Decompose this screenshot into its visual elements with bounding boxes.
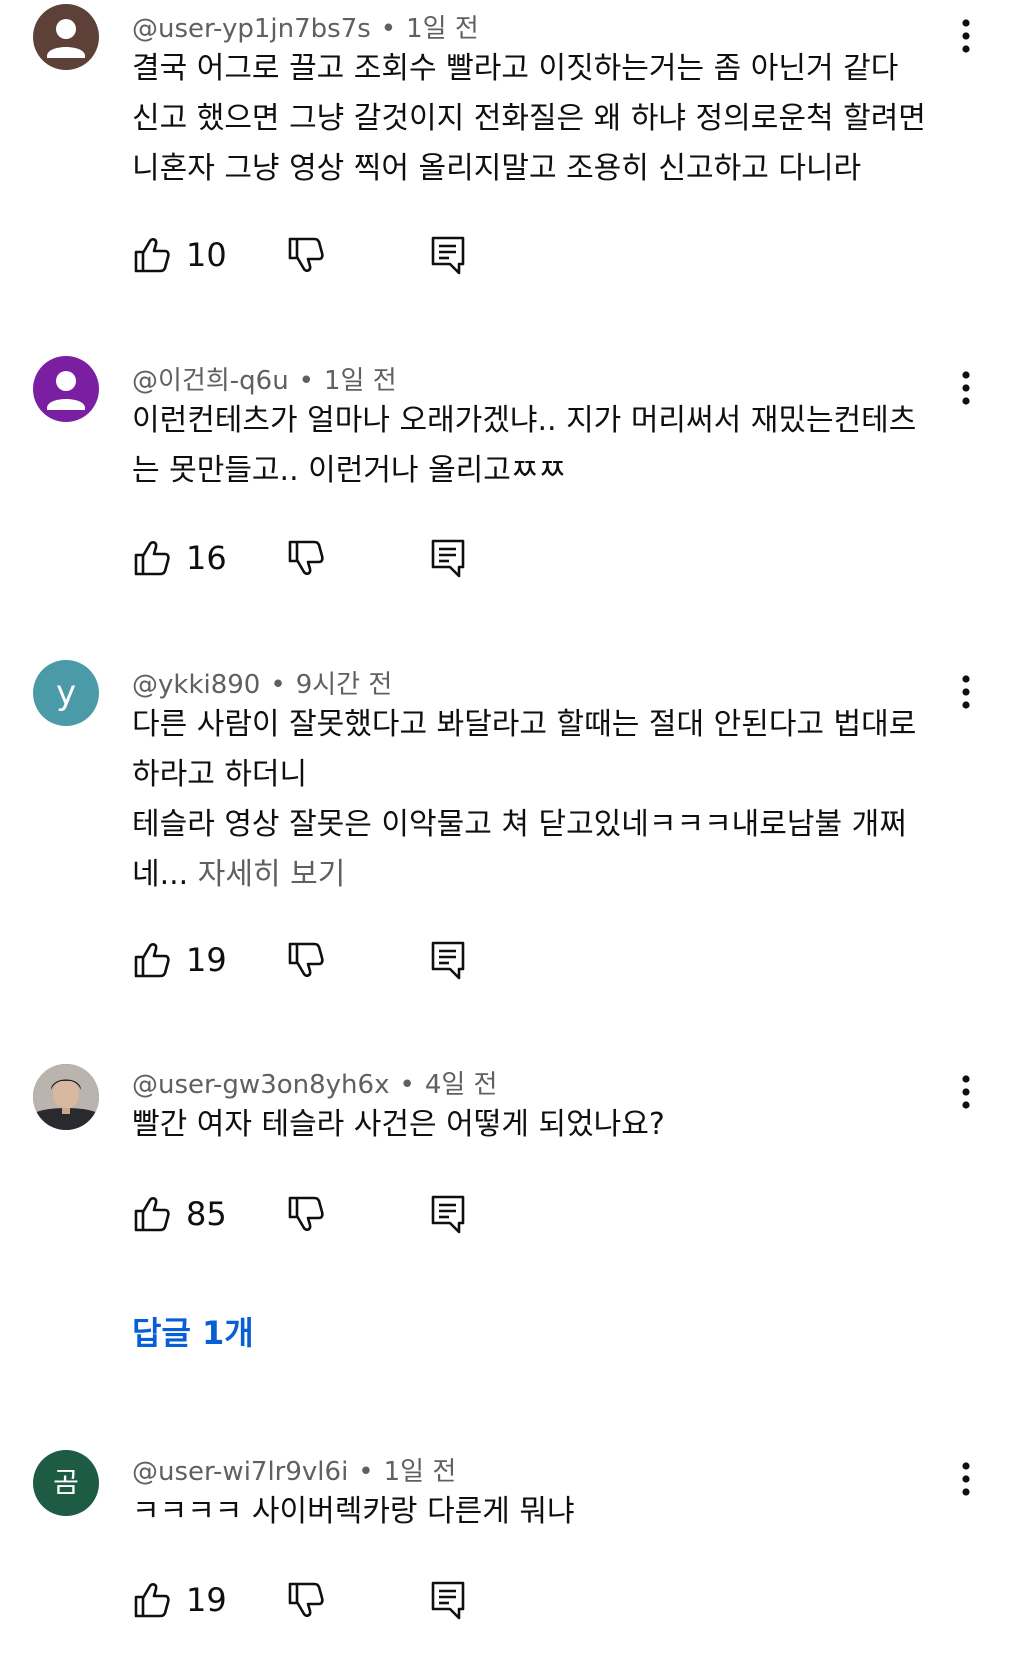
thumbs-down-icon xyxy=(288,1196,324,1231)
avatar-letter: 곰 xyxy=(53,1466,79,1499)
comment-line: 니혼자 그냥 영상 찍어 올리지말고 조용히 신고하고 다니라 xyxy=(132,151,862,186)
like-button[interactable]: 85 xyxy=(132,1189,227,1239)
thumbs-down-icon xyxy=(288,540,324,575)
comment-actions: 19 xyxy=(132,935,492,985)
avatar[interactable]: y xyxy=(33,660,99,726)
author-name[interactable]: @이건희-q6u xyxy=(132,366,289,396)
dislike-button[interactable] xyxy=(286,230,326,280)
reply-comment-icon xyxy=(431,1581,465,1620)
reply-button[interactable] xyxy=(428,935,468,985)
thumbs-down-icon xyxy=(288,1582,324,1617)
comment-line: 이런컨테츠가 얼마나 오래가겠냐.. 지가 머리써서 재밌는컨테츠 xyxy=(132,403,917,438)
comment-time: 1일 전 xyxy=(383,1457,457,1487)
view-replies-button[interactable]: 답글 1개 xyxy=(132,1308,254,1354)
comment-text: 다른 사람이 잘못했다고 봐달라고 할때는 절대 안된다고 법대로 하라고 하더… xyxy=(132,700,962,900)
reply-comment-icon xyxy=(431,941,465,980)
comment-time: 9시간 전 xyxy=(295,670,393,700)
like-count: 19 xyxy=(186,941,227,979)
dislike-button[interactable] xyxy=(286,1575,326,1625)
comment-line: ㅋㅋㅋㅋ 사이버렉카랑 다른게 뭐냐 xyxy=(132,1494,575,1529)
like-count: 85 xyxy=(186,1195,227,1233)
like-button[interactable]: 10 xyxy=(132,230,227,280)
thumbs-up-icon xyxy=(134,943,170,978)
profile-photo-icon xyxy=(33,1064,99,1130)
comment-actions: 85 xyxy=(132,1189,492,1239)
author-name[interactable]: @user-wi7lr9vl6i xyxy=(132,1457,348,1487)
thumbs-down-icon xyxy=(288,237,324,272)
comment-meta: @이건희-q6u • 1일 전 xyxy=(132,360,397,397)
thumbs-up-icon xyxy=(134,1583,170,1618)
meta-separator: • xyxy=(298,366,315,396)
thumbs-up-icon xyxy=(134,1197,170,1232)
like-count: 19 xyxy=(186,1581,227,1619)
like-button[interactable]: 16 xyxy=(132,533,227,583)
reply-button[interactable] xyxy=(428,533,468,583)
meta-separator: • xyxy=(270,670,286,700)
comment-line: 네... 자세히 보기 xyxy=(132,850,962,900)
reply-button[interactable] xyxy=(428,1189,468,1239)
comment-time: 1일 전 xyxy=(406,14,479,44)
author-name[interactable]: @ykki890 xyxy=(132,670,260,700)
avatar[interactable]: 곰 xyxy=(33,1450,99,1516)
dislike-button[interactable] xyxy=(286,533,326,583)
reply-comment-icon xyxy=(431,539,465,578)
comment-text: 이런컨테츠가 얼마나 오래가겠냐.. 지가 머리써서 재밌는컨테츠 는 못만들고… xyxy=(132,396,962,496)
comment-time: 4일 전 xyxy=(424,1070,498,1100)
author-name[interactable]: @user-gw3on8yh6x xyxy=(132,1070,389,1100)
like-count: 16 xyxy=(186,539,227,577)
comment-line: 는 못만들고.. 이런거나 올리고ㅉㅉ xyxy=(132,453,567,488)
comment-line: 신고 했으면 그냥 갈것이지 전화질은 왜 하냐 정의로운척 할려면 xyxy=(132,101,926,136)
more-vert-icon[interactable] xyxy=(952,366,980,410)
thumbs-up-icon xyxy=(134,541,170,576)
comment-line: 결국 어그로 끌고 조회수 빨라고 이짓하는거는 좀 아닌거 같다 xyxy=(132,51,899,86)
comment-line-text: 네... xyxy=(132,857,189,892)
comment-actions: 16 xyxy=(132,533,492,583)
meta-separator: • xyxy=(399,1070,415,1100)
like-button[interactable]: 19 xyxy=(132,935,227,985)
more-vert-icon[interactable] xyxy=(952,1070,980,1114)
more-vert-icon[interactable] xyxy=(952,1457,980,1501)
comment-text: ㅋㅋㅋㅋ 사이버렉카랑 다른게 뭐냐 xyxy=(132,1487,962,1537)
comment-time: 1일 전 xyxy=(324,366,397,396)
comment-line: 테슬라 영상 잘못은 이악물고 쳐 닫고있네ㅋㅋㅋ내로남불 개쩌 xyxy=(132,807,907,842)
avatar[interactable] xyxy=(33,1064,99,1130)
comment-line: 빨간 여자 테슬라 사건은 어떻게 되었나요? xyxy=(132,1107,665,1142)
comment-meta: @user-wi7lr9vl6i • 1일 전 xyxy=(132,1451,456,1488)
person-silhouette-icon xyxy=(47,19,85,58)
comment-actions: 10 xyxy=(132,230,492,280)
meta-separator: • xyxy=(380,14,397,44)
reply-button[interactable] xyxy=(428,1575,468,1625)
comment-line: 다른 사람이 잘못했다고 봐달라고 할때는 절대 안된다고 법대로 xyxy=(132,707,917,742)
comment-text: 결국 어그로 끌고 조회수 빨라고 이짓하는거는 좀 아닌거 같다 신고 했으면… xyxy=(132,44,962,194)
comment-text: 빨간 여자 테슬라 사건은 어떻게 되었나요? xyxy=(132,1100,962,1150)
meta-separator: • xyxy=(358,1457,374,1487)
reply-comment-icon xyxy=(431,1195,465,1234)
avatar[interactable] xyxy=(33,4,99,70)
comment-meta: @ykki890 • 9시간 전 xyxy=(132,664,392,701)
comment-meta: @user-gw3on8yh6x • 4일 전 xyxy=(132,1064,497,1101)
like-count: 10 xyxy=(186,236,227,274)
reply-button[interactable] xyxy=(428,230,468,280)
avatar-letter: y xyxy=(55,673,77,713)
thumbs-up-icon xyxy=(134,238,170,273)
comment-actions: 19 xyxy=(132,1575,492,1625)
like-button[interactable]: 19 xyxy=(132,1575,227,1625)
comment-meta: @user-yp1jn7bs7s • 1일 전 xyxy=(132,8,479,45)
reply-comment-icon xyxy=(431,236,465,275)
more-vert-icon[interactable] xyxy=(952,14,980,58)
dislike-button[interactable] xyxy=(286,935,326,985)
read-more-link[interactable]: 자세히 보기 xyxy=(198,857,346,892)
more-vert-icon[interactable] xyxy=(952,670,980,714)
person-silhouette-icon xyxy=(47,371,85,410)
thumbs-down-icon xyxy=(288,942,324,977)
avatar[interactable] xyxy=(33,356,99,422)
dislike-button[interactable] xyxy=(286,1189,326,1239)
author-name[interactable]: @user-yp1jn7bs7s xyxy=(132,14,371,44)
comment-line: 하라고 하더니 xyxy=(132,757,308,792)
